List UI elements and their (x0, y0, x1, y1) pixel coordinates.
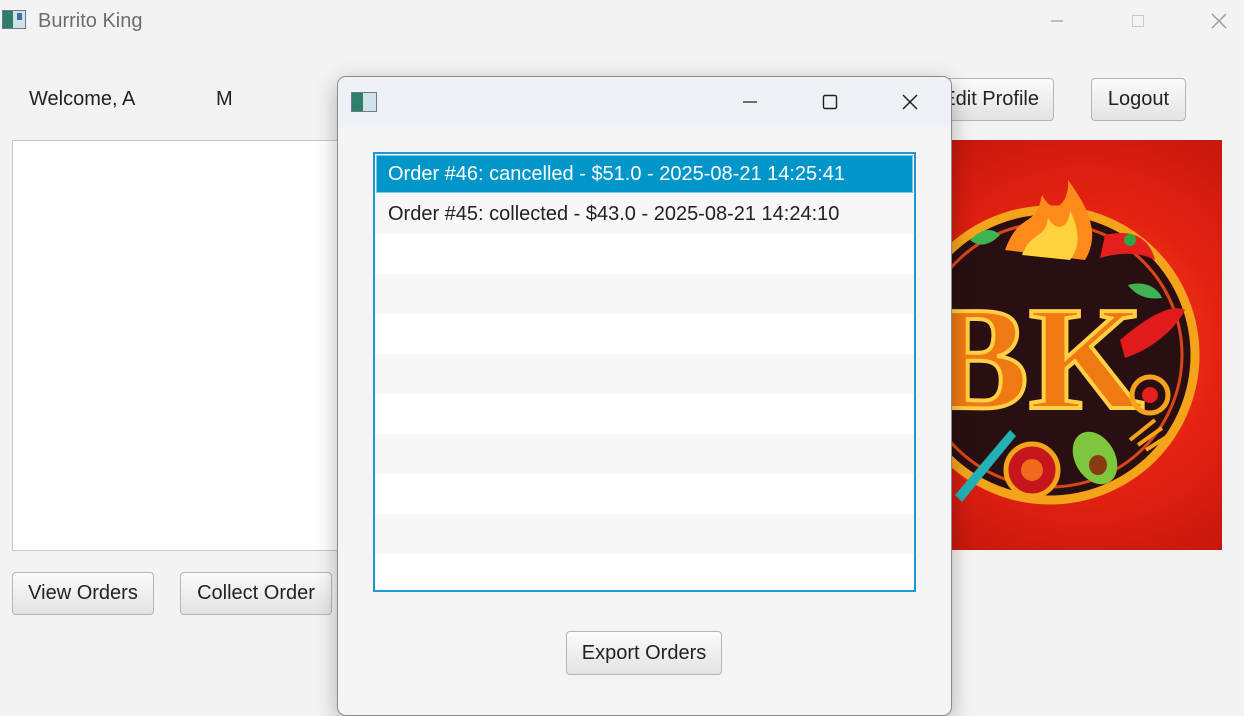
main-title-bar: Burrito King (0, 0, 1244, 44)
maximize-icon[interactable] (1115, 6, 1161, 36)
order-list-panel[interactable] (12, 140, 352, 551)
export-orders-button[interactable]: Export Orders (566, 631, 722, 675)
window-title: Burrito King (38, 10, 143, 32)
close-icon[interactable] (1196, 6, 1242, 36)
app-icon (2, 10, 26, 29)
welcome-label: Welcome, A (29, 88, 136, 110)
empty-list-row[interactable] (375, 354, 914, 394)
minimize-icon[interactable] (1034, 6, 1080, 36)
empty-list-row[interactable] (375, 474, 914, 514)
empty-list-row[interactable] (375, 394, 914, 434)
dialog-maximize-icon[interactable] (807, 87, 853, 117)
empty-list-row[interactable] (375, 434, 914, 474)
orders-dialog: Order #46: cancelled - $51.0 - 2025-08-2… (337, 76, 952, 716)
logout-button[interactable]: Logout (1091, 78, 1186, 121)
empty-list-row[interactable] (375, 514, 914, 554)
logo-letters: BK (950, 277, 1144, 441)
dialog-close-icon[interactable] (887, 87, 933, 117)
collect-order-button[interactable]: Collect Order (180, 572, 332, 615)
empty-list-row[interactable] (375, 234, 914, 274)
empty-list-row[interactable] (375, 274, 914, 314)
dialog-minimize-icon[interactable] (727, 87, 773, 117)
burrito-king-logo: BK (950, 140, 1222, 550)
dialog-title-bar (338, 77, 951, 127)
view-orders-button[interactable]: View Orders (12, 572, 154, 615)
orders-list[interactable]: Order #46: cancelled - $51.0 - 2025-08-2… (373, 152, 916, 592)
order-list-item[interactable]: Order #46: cancelled - $51.0 - 2025-08-2… (376, 155, 913, 193)
welcome-last-name: M (216, 88, 233, 110)
dialog-app-icon (351, 92, 377, 112)
order-list-item[interactable]: Order #45: collected - $43.0 - 2025-08-2… (375, 194, 914, 234)
empty-list-row[interactable] (375, 554, 914, 590)
empty-list-row[interactable] (375, 314, 914, 354)
